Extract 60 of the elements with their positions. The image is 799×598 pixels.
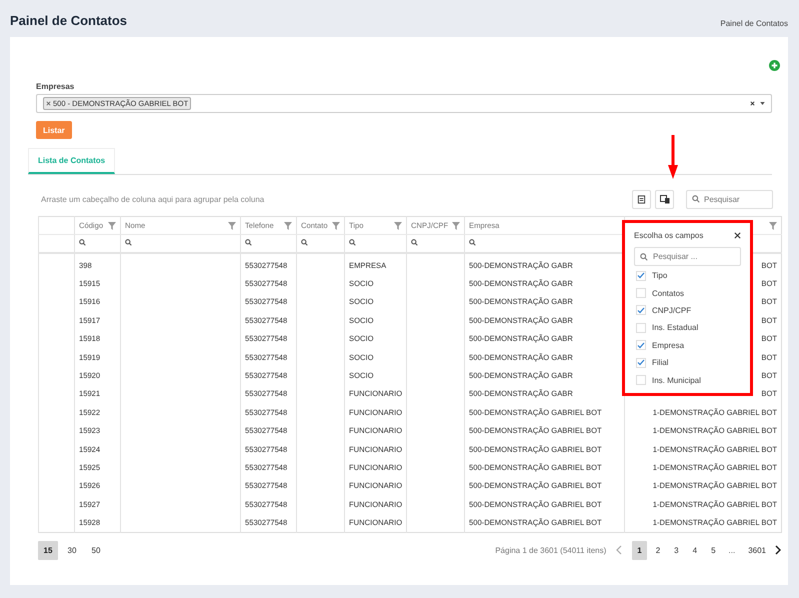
filter-icon[interactable] xyxy=(394,222,402,230)
ellipsis: ... xyxy=(728,546,736,555)
arrow-annotation xyxy=(668,135,678,179)
filter-icon[interactable] xyxy=(108,222,116,230)
page-size-option[interactable]: 30 xyxy=(62,540,82,560)
filter-icon[interactable] xyxy=(769,222,777,230)
field-option[interactable]: Ins. Municipal xyxy=(652,376,701,385)
search-icon[interactable] xyxy=(301,239,308,246)
checkbox[interactable] xyxy=(636,340,646,350)
page-title: Painel de Contatos xyxy=(10,12,128,28)
page-button[interactable]: 3601 xyxy=(743,540,771,560)
search-icon xyxy=(692,195,700,203)
document-icon xyxy=(637,194,646,204)
clear-icon[interactable] xyxy=(750,101,755,106)
close-icon[interactable] xyxy=(734,232,741,239)
search-icon[interactable] xyxy=(125,239,132,246)
search-icon xyxy=(640,252,648,260)
field-option[interactable]: Tipo xyxy=(652,271,668,280)
field-option[interactable]: Contatos xyxy=(652,288,684,298)
group-hint: Arraste um cabeçalho de coluna aqui para agrupar pela coluna xyxy=(40,194,264,204)
search-icon[interactable] xyxy=(245,239,252,246)
search-field[interactable]: Pesquisar xyxy=(686,190,773,208)
field-option[interactable]: Filial xyxy=(652,358,668,368)
filter-icon[interactable] xyxy=(228,222,236,230)
page-button[interactable]: 5 xyxy=(706,540,721,560)
field-option[interactable]: Ins. Estadual xyxy=(652,323,698,332)
search-field[interactable]: Pesquisar ... xyxy=(634,247,741,266)
page-button[interactable]: 4 xyxy=(688,540,702,560)
page-button[interactable]: 3 xyxy=(669,540,684,560)
page-size-option[interactable]: 50 xyxy=(86,540,106,560)
columns-icon xyxy=(660,194,670,204)
column-chooser-button[interactable] xyxy=(655,190,674,208)
field-label: Empresas xyxy=(36,82,76,91)
breadcrumb: Painel de Contatos xyxy=(720,18,788,28)
export-button[interactable] xyxy=(632,190,651,208)
checkbox[interactable] xyxy=(636,305,646,316)
search-icon[interactable] xyxy=(411,239,418,246)
search-icon[interactable] xyxy=(349,239,356,246)
field-option[interactable]: Empresa xyxy=(652,340,684,350)
add-icon[interactable] xyxy=(769,60,780,71)
filter-icon[interactable] xyxy=(332,222,340,230)
popup-title: Escolha os campos xyxy=(634,231,704,240)
previous-icon[interactable] xyxy=(616,545,622,556)
checkbox[interactable] xyxy=(636,375,646,386)
checkbox[interactable] xyxy=(636,322,646,333)
page-button[interactable]: 1 xyxy=(632,540,647,560)
page-button[interactable]: 2 xyxy=(650,540,666,560)
checkbox[interactable] xyxy=(636,270,646,281)
checkbox[interactable] xyxy=(636,288,646,298)
page-info: Página 1 de 3601 (54011 itens) xyxy=(495,546,606,555)
page-size-option[interactable]: 15 xyxy=(38,540,58,560)
checkbox[interactable] xyxy=(636,358,646,368)
filter-icon[interactable] xyxy=(452,222,460,230)
search-icon[interactable] xyxy=(469,239,476,246)
search-icon[interactable] xyxy=(79,239,86,246)
next-icon[interactable] xyxy=(775,545,781,556)
field-option[interactable]: CNPJ/CPF xyxy=(652,306,692,315)
caret-icon[interactable] xyxy=(760,102,765,105)
filter-icon[interactable] xyxy=(284,222,292,230)
remove-icon[interactable] xyxy=(46,101,51,106)
